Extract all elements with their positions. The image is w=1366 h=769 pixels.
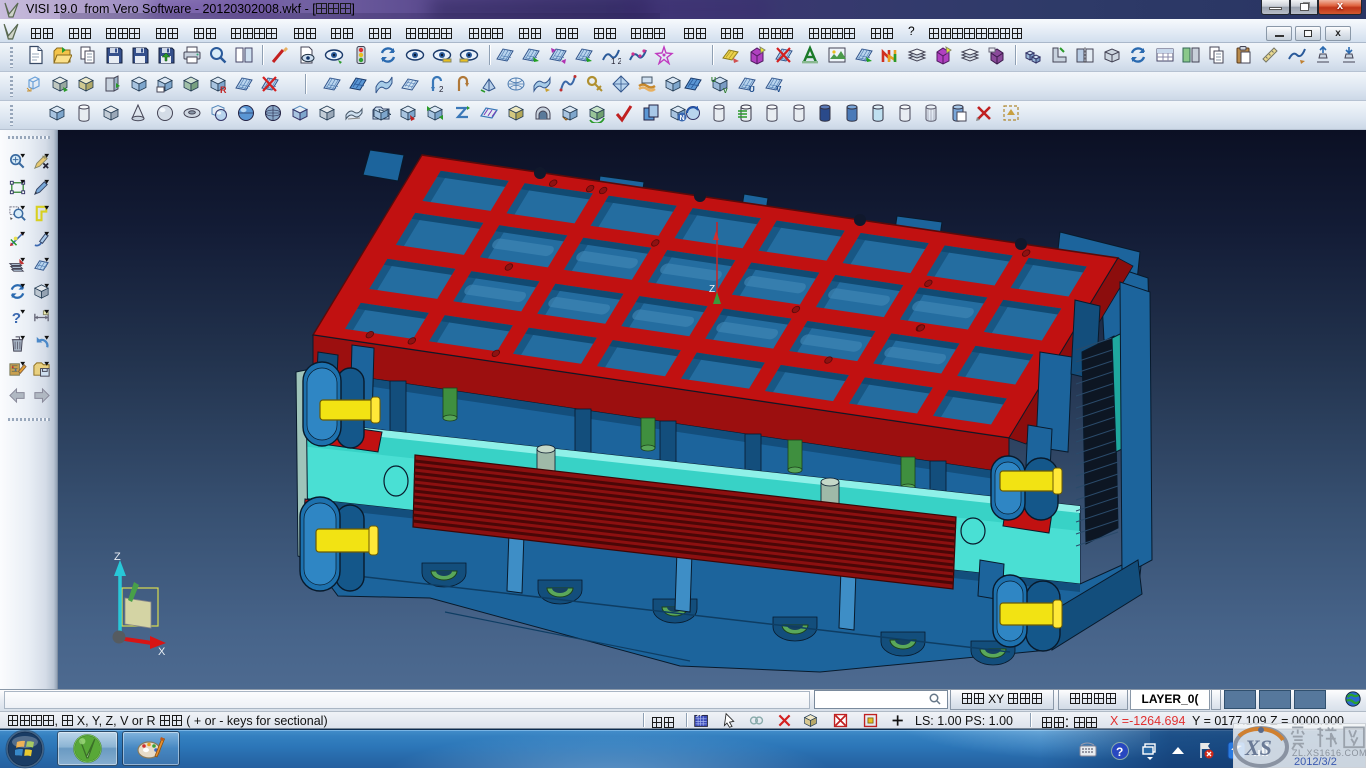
svg-text:X: X <box>158 646 166 658</box>
svg-text:2: 2 <box>439 85 444 94</box>
svg-text:V: V <box>723 88 728 94</box>
svg-text:1 2: 1 2 <box>611 57 621 65</box>
svg-text:U: U <box>749 85 755 94</box>
svg-text:U: U <box>711 77 716 84</box>
svg-text:?: ? <box>12 310 21 327</box>
svg-text:Z: Z <box>114 551 121 563</box>
svg-text:XS: XS <box>1244 735 1272 760</box>
svg-text:?: ? <box>1116 745 1123 759</box>
svg-text:V: V <box>776 85 782 94</box>
svg-text:Z: Z <box>709 284 715 295</box>
svg-text:R: R <box>220 85 227 94</box>
